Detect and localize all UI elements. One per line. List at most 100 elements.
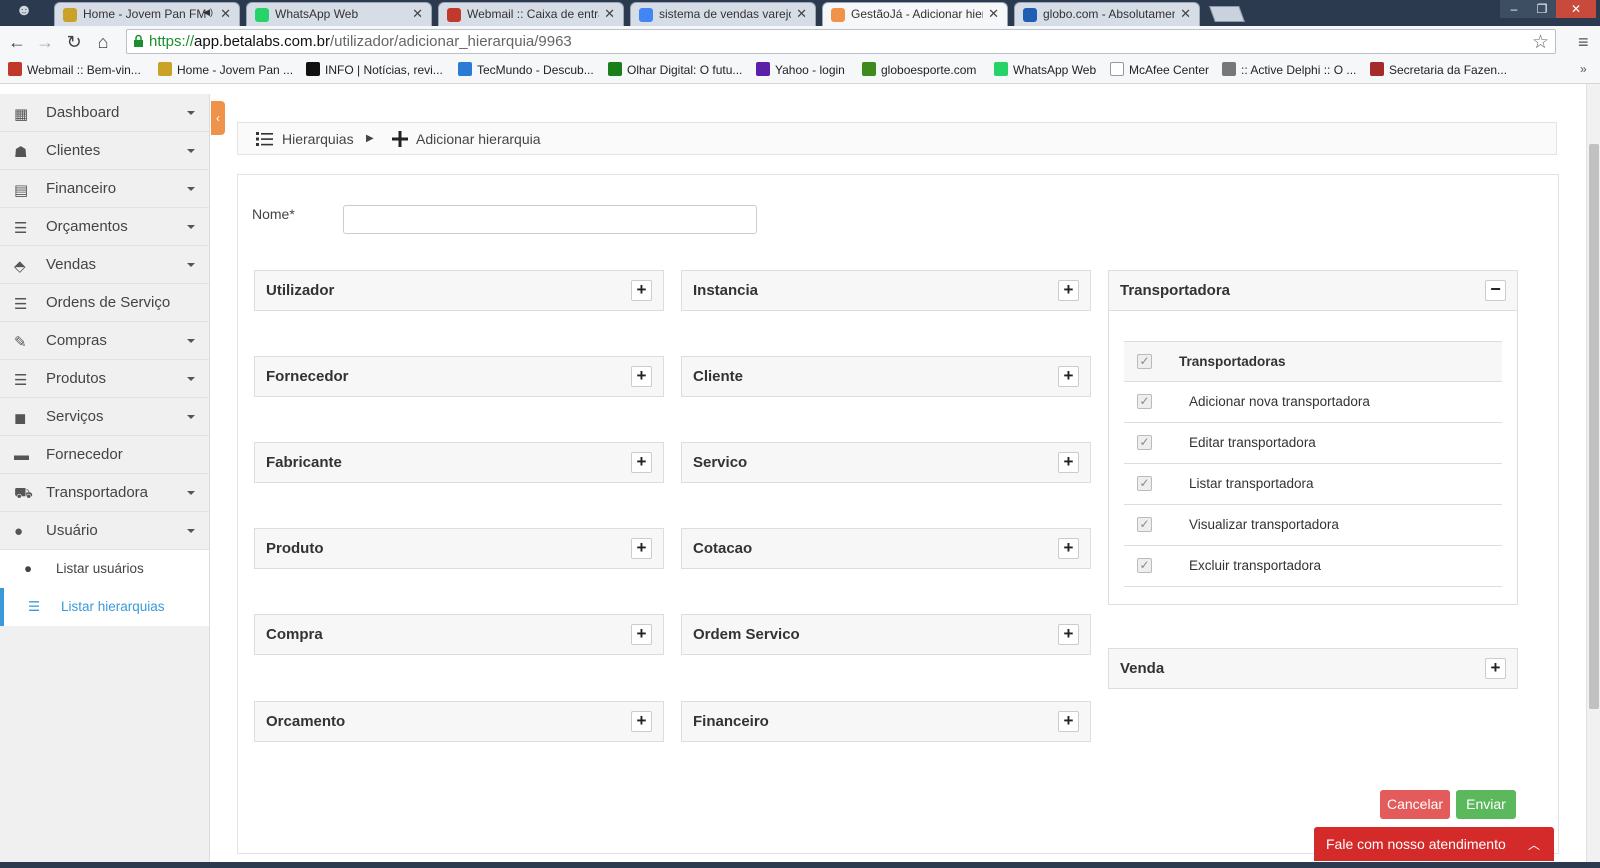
permission-group[interactable]: Orcamento + — [254, 701, 664, 742]
permission-checkbox[interactable]: ✓ — [1137, 435, 1152, 450]
bookmark-item[interactable]: McAfee Center — [1110, 62, 1209, 77]
page-scrollbar[interactable] — [1586, 84, 1600, 868]
permission-group-header[interactable]: Transportadora − — [1109, 271, 1517, 311]
permission-group[interactable]: Ordem Servico + — [681, 614, 1091, 655]
browser-tab[interactable]: globo.com - Absolutamen ✕ — [1014, 2, 1200, 26]
close-tab-icon[interactable]: ✕ — [1180, 6, 1191, 22]
expand-button[interactable]: + — [1058, 711, 1079, 732]
new-tab-button[interactable] — [1209, 6, 1245, 22]
permission-table: ✓ Transportadoras ✓ Adicionar nova transp… — [1124, 341, 1502, 587]
bookmark-label: :: Active Delphi :: O ... — [1241, 63, 1357, 77]
permission-group[interactable]: Servico + — [681, 442, 1091, 483]
breadcrumb-hierarquias[interactable]: Hierarquias — [282, 131, 354, 147]
browser-tab[interactable]: WhatsApp Web ✕ — [246, 2, 432, 26]
browser-tab[interactable]: Home - Jovem Pan FM ◀) ✕ — [54, 2, 240, 26]
permission-group[interactable]: Fornecedor + — [254, 356, 664, 397]
sidebar-item-financeiro[interactable]: ▤ Financeiro — [0, 170, 209, 208]
sidebar-item-fornecedor[interactable]: ▬ Fornecedor — [0, 436, 209, 474]
sidebar-item-ordens-de-servi-o[interactable]: ☰ Ordens de Serviço — [0, 284, 209, 322]
forward-icon[interactable]: → — [34, 31, 56, 53]
close-tab-icon[interactable]: ✕ — [988, 6, 999, 22]
sidebar-item-or-amentos[interactable]: ☰ Orçamentos — [0, 208, 209, 246]
name-input[interactable] — [343, 205, 757, 234]
sidebar-item-produtos[interactable]: ☰ Produtos — [0, 360, 209, 398]
sidebar-collapse-button[interactable]: ‹ — [211, 101, 225, 135]
collapse-button[interactable]: − — [1485, 280, 1506, 301]
expand-button[interactable]: + — [631, 280, 652, 301]
bookmark-item[interactable]: globoesporte.com — [862, 62, 976, 77]
sidebar-item-compras[interactable]: ✎ Compras — [0, 322, 209, 360]
minimize-icon[interactable]: – — [1500, 0, 1528, 18]
bookmarks-overflow-icon[interactable]: » — [1580, 62, 1587, 76]
browser-tab[interactable]: sistema de vendas varejo ✕ — [630, 2, 816, 26]
bookmark-item[interactable]: Home - Jovem Pan ... — [158, 62, 293, 77]
tag-icon: ⬘ — [14, 258, 26, 275]
expand-button[interactable]: + — [1058, 452, 1079, 473]
audio-icon[interactable]: ◀) — [203, 7, 213, 18]
permission-group[interactable]: Cliente + — [681, 356, 1091, 397]
home-icon[interactable]: ⌂ — [92, 31, 114, 53]
cancel-button[interactable]: Cancelar — [1380, 790, 1450, 819]
permission-group[interactable]: Cotacao + — [681, 528, 1091, 569]
expand-button[interactable]: + — [631, 366, 652, 387]
bookmark-item[interactable]: Olhar Digital: O futu... — [608, 62, 742, 77]
browser-toolbar: ← → ↻ ⌂ https://app.betalabs.com.br/util… — [0, 26, 1600, 58]
sidebar-item-dashboard[interactable]: ▦ Dashboard — [0, 94, 209, 132]
sidebar-item-clientes[interactable]: ☗ Clientes — [0, 132, 209, 170]
back-icon[interactable]: ← — [6, 31, 28, 53]
submit-button[interactable]: Enviar — [1456, 790, 1516, 819]
chat-widget[interactable]: Fale com nosso atendimento ︿ — [1314, 827, 1554, 861]
browser-tab[interactable]: Webmail :: Caixa de entra ✕ — [438, 2, 624, 26]
bookmark-item[interactable]: WhatsApp Web — [994, 62, 1096, 77]
expand-button[interactable]: + — [1058, 624, 1079, 645]
expand-button[interactable]: + — [1058, 280, 1079, 301]
bookmark-item[interactable]: INFO | Notícias, revi... — [306, 62, 443, 77]
sidebar-item-vendas[interactable]: ⬘ Vendas — [0, 246, 209, 284]
reload-icon[interactable]: ↻ — [63, 31, 85, 53]
maximize-icon[interactable]: ❐ — [1528, 0, 1556, 18]
permission-checkbox[interactable]: ✓ — [1137, 476, 1152, 491]
sidebar-subitem-listar-usu-rios[interactable]: ● Listar usuários — [0, 550, 209, 588]
bookmark-star-icon[interactable]: ☆ — [1532, 31, 1549, 54]
sidebar-item-usu-rio[interactable]: ● Usuário — [0, 512, 209, 550]
expand-button[interactable]: + — [631, 711, 652, 732]
expand-button[interactable]: + — [631, 452, 652, 473]
address-bar[interactable]: https://app.betalabs.com.br/utilizador/a… — [126, 29, 1556, 54]
permission-group[interactable]: Produto + — [254, 528, 664, 569]
permission-group[interactable]: Instancia + — [681, 270, 1091, 311]
permission-checkbox[interactable]: ✓ — [1137, 558, 1152, 573]
briefcase-icon: ◼ — [14, 410, 27, 427]
bookmark-item[interactable]: TecMundo - Descub... — [458, 62, 594, 77]
close-tab-icon[interactable]: ✕ — [604, 6, 615, 22]
permission-group[interactable]: Financeiro + — [681, 701, 1091, 742]
close-tab-icon[interactable]: ✕ — [412, 6, 423, 22]
browser-tab[interactable]: GestãoJá - Adicionar hiera ✕ — [822, 2, 1008, 26]
calculator-icon: ▤ — [14, 182, 29, 199]
permission-group[interactable]: Compra + — [254, 614, 664, 655]
expand-button[interactable]: + — [631, 624, 652, 645]
close-tab-icon[interactable]: ✕ — [796, 6, 807, 22]
expand-button[interactable]: + — [1058, 538, 1079, 559]
sidebar-item-transportadora[interactable]: ⛟ Transportadora — [0, 474, 209, 512]
bookmark-item[interactable]: :: Active Delphi :: O ... — [1222, 62, 1356, 77]
bookmark-item[interactable]: Webmail :: Bem-vin... — [8, 62, 141, 77]
expand-button[interactable]: + — [1058, 366, 1079, 387]
scrollbar-thumb[interactable] — [1589, 144, 1599, 709]
permission-group[interactable]: Venda + — [1108, 648, 1518, 689]
sidebar-item-label: Clientes — [46, 142, 101, 159]
close-tab-icon[interactable]: ✕ — [220, 6, 231, 22]
permission-group[interactable]: Utilizador + — [254, 270, 664, 311]
permission-group[interactable]: Fabricante + — [254, 442, 664, 483]
caret-down-icon — [187, 225, 195, 229]
bookmark-item[interactable]: Secretaria da Fazen... — [1370, 62, 1507, 77]
sidebar-subitem-listar-hierarquias[interactable]: ☰ Listar hierarquias — [0, 588, 209, 626]
close-window-icon[interactable]: ✕ — [1556, 0, 1596, 18]
select-all-checkbox[interactable]: ✓ — [1137, 354, 1152, 369]
permission-checkbox[interactable]: ✓ — [1137, 517, 1152, 532]
expand-button[interactable]: + — [631, 538, 652, 559]
chrome-menu-icon[interactable]: ≡ — [1578, 32, 1589, 53]
permission-checkbox[interactable]: ✓ — [1137, 394, 1152, 409]
expand-button[interactable]: + — [1485, 658, 1506, 679]
sidebar-item-servi-os[interactable]: ◼ Serviços — [0, 398, 209, 436]
bookmark-item[interactable]: Yahoo - login — [756, 62, 845, 77]
